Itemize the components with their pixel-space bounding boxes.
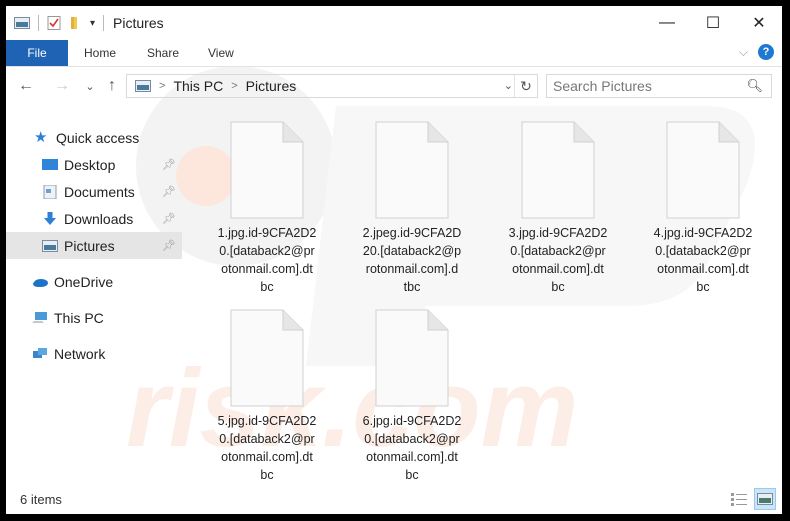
sidebar-item-onedrive[interactable]: OneDrive bbox=[6, 268, 182, 295]
generic-file-icon bbox=[375, 309, 449, 407]
generic-file-icon bbox=[521, 121, 595, 219]
sidebar-item-label: Network bbox=[54, 345, 106, 362]
large-icons-view-icon bbox=[757, 493, 773, 505]
file-name: 6.jpg.id-9CFA2D2 0.[databack2@pr otonmail.… bbox=[362, 414, 462, 482]
window-app-icon[interactable] bbox=[14, 16, 30, 30]
item-count: 6 items bbox=[20, 492, 62, 507]
file-explorer-window: risk.com ▾ Pictures — ☐ ✕ File Home Shar… bbox=[6, 6, 782, 514]
sidebar-item-desktop[interactable]: Desktop 📌︎ bbox=[6, 151, 182, 178]
address-bar[interactable]: > This PC > Pictures ⌄ ↻ bbox=[126, 74, 538, 98]
file-item[interactable]: 4.jpg.id-9CFA2D2 0.[databack2@pr otonmail.… bbox=[638, 121, 768, 296]
desktop-icon bbox=[42, 158, 58, 170]
file-item[interactable]: 6.jpg.id-9CFA2D2 0.[databack2@pr otonmail.… bbox=[347, 309, 477, 484]
network-icon bbox=[33, 347, 47, 358]
pin-icon[interactable]: 📌︎ bbox=[162, 158, 176, 171]
sidebar-item-network[interactable]: Network bbox=[6, 340, 182, 367]
pin-icon[interactable]: 📌︎ bbox=[162, 185, 176, 198]
pictures-icon bbox=[42, 239, 58, 252]
details-view-icon bbox=[731, 493, 747, 506]
new-folder-icon[interactable] bbox=[68, 16, 84, 30]
title-bar: ▾ Pictures — ☐ ✕ bbox=[6, 6, 782, 40]
address-dropdown-icon[interactable]: ⌄ bbox=[504, 75, 513, 97]
tab-file[interactable]: File bbox=[6, 40, 68, 66]
sidebar-item-label: Desktop bbox=[64, 156, 116, 173]
sidebar-item-label: Pictures bbox=[64, 237, 115, 254]
details-view-button[interactable] bbox=[728, 488, 750, 510]
tab-view[interactable]: View bbox=[208, 40, 234, 66]
file-name: 3.jpg.id-9CFA2D2 0.[databack2@pr otonmail.… bbox=[508, 226, 608, 294]
quick-access-toolbar: ▾ Pictures bbox=[14, 15, 164, 31]
help-icon[interactable]: ? bbox=[758, 44, 774, 60]
file-item[interactable]: 1.jpg.id-9CFA2D2 0.[databack2@pr otonmail.… bbox=[202, 121, 332, 296]
pin-icon[interactable]: 📌︎ bbox=[162, 212, 176, 225]
file-item[interactable]: 5.jpg.id-9CFA2D2 0.[databack2@pr otonmail.… bbox=[202, 309, 332, 484]
sidebar-item-label: This PC bbox=[54, 309, 104, 326]
tab-share[interactable]: Share bbox=[147, 40, 179, 66]
view-switcher bbox=[724, 488, 776, 510]
generic-file-icon bbox=[375, 121, 449, 219]
sidebar-item-pictures[interactable]: Pictures 📌︎ bbox=[6, 232, 182, 259]
breadcrumb-pictures[interactable]: Pictures bbox=[246, 78, 297, 94]
sidebar-item-documents[interactable]: Documents 📌︎ bbox=[6, 178, 182, 205]
up-button[interactable]: ↑ bbox=[100, 74, 124, 98]
search-input[interactable]: Search Pictures 🔍︎ bbox=[546, 74, 772, 98]
file-name: 2.jpeg.id-9CFA2D 20.[databack2@p rotonmail… bbox=[362, 226, 462, 294]
chevron-right-icon[interactable]: > bbox=[231, 80, 237, 92]
generic-file-icon bbox=[666, 121, 740, 219]
back-button[interactable]: ← bbox=[14, 74, 38, 98]
navigation-bar: ← → ⌄ ↑ > This PC > Pictures ⌄ ↻ Search … bbox=[6, 70, 782, 102]
star-icon: ★ bbox=[34, 128, 48, 146]
search-icon[interactable]: 🔍︎ bbox=[746, 78, 763, 94]
search-placeholder: Search Pictures bbox=[553, 78, 652, 94]
navigation-pane: ★ Quick access Desktop 📌︎ Documents 📌︎ D… bbox=[6, 124, 182, 367]
sidebar-item-quick-access[interactable]: ★ Quick access bbox=[6, 124, 182, 151]
file-name: 4.jpg.id-9CFA2D2 0.[databack2@pr otonmail.… bbox=[653, 226, 753, 294]
large-icons-view-button[interactable] bbox=[754, 488, 776, 510]
sidebar-item-this-pc[interactable]: This PC bbox=[6, 304, 182, 331]
toolbar-divider bbox=[103, 15, 105, 31]
downloads-icon bbox=[44, 211, 56, 225]
onedrive-icon bbox=[33, 278, 48, 287]
toolbar-divider bbox=[38, 15, 39, 31]
file-name: 1.jpg.id-9CFA2D2 0.[databack2@pr otonmail.… bbox=[217, 226, 317, 294]
file-list: 1.jpg.id-9CFA2D2 0.[databack2@pr otonmail.… bbox=[182, 114, 782, 488]
sidebar-item-downloads[interactable]: Downloads 📌︎ bbox=[6, 205, 182, 232]
recent-locations-button[interactable]: ⌄ bbox=[78, 74, 102, 98]
expand-ribbon-icon[interactable]: ⌵ bbox=[739, 45, 748, 60]
generic-file-icon bbox=[230, 309, 304, 407]
chevron-right-icon[interactable]: > bbox=[159, 80, 165, 92]
this-pc-icon bbox=[32, 311, 47, 323]
tab-home[interactable]: Home bbox=[84, 40, 116, 66]
generic-file-icon bbox=[230, 121, 304, 219]
sidebar-item-label: OneDrive bbox=[54, 273, 114, 290]
ribbon-right-controls: ⌵ ? bbox=[739, 44, 774, 60]
file-item[interactable]: 3.jpg.id-9CFA2D2 0.[databack2@pr otonmail.… bbox=[493, 121, 623, 296]
window-controls: — ☐ ✕ bbox=[644, 6, 782, 40]
file-name: 5.jpg.id-9CFA2D2 0.[databack2@pr otonmail.… bbox=[217, 414, 317, 482]
breadcrumb-this-pc[interactable]: This PC bbox=[173, 78, 223, 94]
window-title: Pictures bbox=[113, 15, 164, 31]
refresh-button[interactable]: ↻ bbox=[514, 75, 537, 97]
documents-icon bbox=[43, 184, 57, 199]
ribbon-tabs: File Home Share View ⌵ ? bbox=[6, 40, 782, 67]
sidebar-item-label: Documents bbox=[64, 183, 135, 200]
properties-icon[interactable] bbox=[46, 16, 62, 30]
sidebar-item-label: Downloads bbox=[64, 210, 134, 227]
sidebar-item-label: Quick access bbox=[56, 129, 140, 146]
minimize-button[interactable]: — bbox=[644, 6, 690, 40]
status-bar: 6 items bbox=[6, 488, 782, 514]
customize-toolbar-icon[interactable]: ▾ bbox=[90, 18, 95, 29]
forward-button[interactable]: → bbox=[50, 74, 74, 98]
pictures-location-icon bbox=[135, 80, 151, 92]
pin-icon[interactable]: 📌︎ bbox=[162, 239, 176, 252]
file-item[interactable]: 2.jpeg.id-9CFA2D 20.[databack2@p rotonmail… bbox=[347, 121, 477, 296]
close-button[interactable]: ✕ bbox=[736, 6, 782, 40]
maximize-button[interactable]: ☐ bbox=[690, 6, 736, 40]
